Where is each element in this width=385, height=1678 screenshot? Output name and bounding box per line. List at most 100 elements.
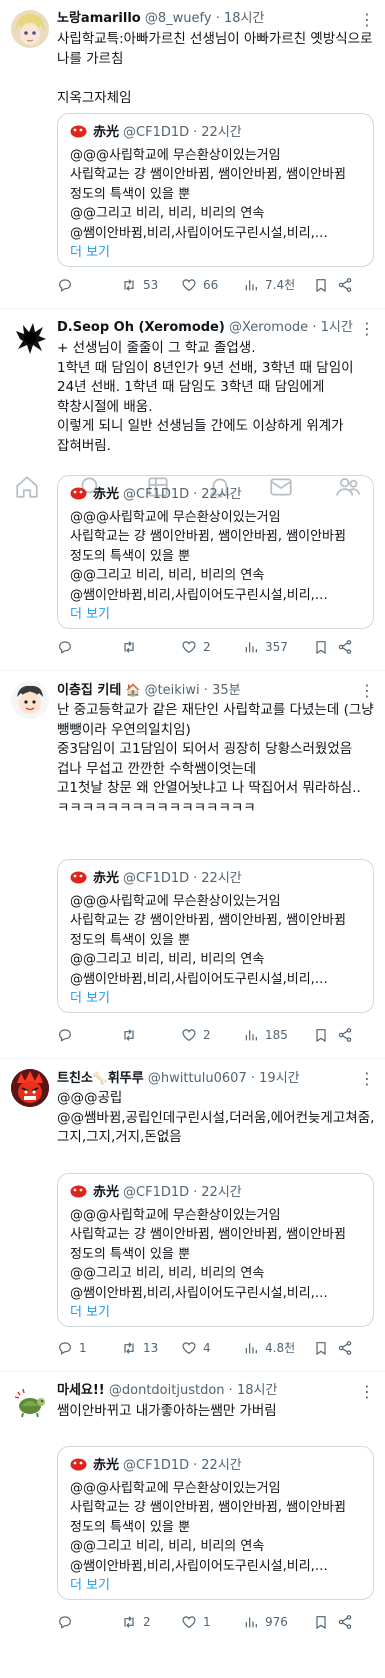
more-options-icon[interactable]: ⋮ [359,1384,375,1400]
tweet-header: 마세요!! @dontdoitjustdon · 18시간 [57,1383,278,1398]
author-handle[interactable]: @dontdoitjustdon [109,1383,225,1398]
tweet[interactable]: 트친소🦴휘뚜루 @hwittulu0607 · 19시간 ⋮ @@@공립 @@쌤… [0,1059,385,1372]
retweet-button[interactable]: 2 [121,1612,151,1632]
like-button[interactable]: 2 [181,1025,211,1045]
show-more-link[interactable]: 더 보기 [70,606,110,624]
messages-icon[interactable] [268,474,294,500]
show-more-link[interactable]: 더 보기 [70,244,110,262]
share-button[interactable] [337,637,353,657]
views-button[interactable]: 4.8천 [243,1338,295,1358]
black-splash-avatar-icon [11,319,49,357]
quoted-author-handle[interactable]: @CF1D1D [123,1185,189,1200]
retweet-count: 53 [143,278,159,292]
quoted-tweet[interactable]: 赤光@CF1D1D·22시간 @@@사립학교에 무슨환상이있는거임 사립학교는 … [57,1446,374,1600]
tweet-time[interactable]: 35분 [212,683,241,698]
avatar[interactable] [11,319,49,357]
bookmark-button[interactable] [313,637,329,657]
turtle-avatar-icon [11,1382,49,1420]
author-name[interactable]: 노랑amarillo [57,11,141,26]
views-count: 4.8천 [265,1341,296,1355]
tweet[interactable]: 노랑amarillo @8_wuefy · 18시간 ⋮ 사립학교특:아빠가르친… [0,0,385,309]
bottom-navigation [0,462,385,518]
more-options-icon[interactable]: ⋮ [359,321,375,337]
notifications-icon[interactable] [207,474,233,500]
more-options-icon[interactable]: ⋮ [359,12,375,28]
share-button[interactable] [337,1338,353,1358]
bookmark-button[interactable] [313,1338,329,1358]
quoted-tweet-time[interactable]: 22시간 [201,125,241,140]
people-icon[interactable] [335,474,361,500]
like-count: 2 [203,1028,211,1042]
author-handle[interactable]: @Xeromode [229,320,308,335]
quoted-author-handle[interactable]: @CF1D1D [123,1458,189,1473]
author-handle[interactable]: @teikiwi [145,683,200,698]
share-button[interactable] [337,1025,353,1045]
tweet-text: @@@공립 @@쌤바뀜,공립인데구린시설,더러움,에어컨늦게고쳐줌,그지,그지,… [57,1090,375,1145]
bookmark-button[interactable] [313,275,329,295]
reply-button[interactable] [57,637,79,657]
quoted-author-handle[interactable]: @CF1D1D [123,871,189,886]
retweet-button[interactable] [121,637,143,657]
communities-icon[interactable] [145,474,171,500]
reply-button[interactable] [57,1025,79,1045]
avatar[interactable] [11,1382,49,1420]
author-name[interactable]: 마세요!! [57,1383,105,1398]
quoted-author-name[interactable]: 赤光 [93,871,119,886]
reply-button[interactable] [57,1612,79,1632]
quoted-author-name[interactable]: 赤光 [93,1458,119,1473]
author-name[interactable]: 트친소 [57,1071,93,1086]
views-button[interactable]: 7.4천 [243,275,295,295]
quoted-tweet-time[interactable]: 22시간 [201,871,241,886]
retweet-button[interactable]: 53 [121,275,158,295]
tweet-time[interactable]: 18시간 [224,11,264,26]
show-more-link[interactable]: 더 보기 [70,1577,110,1595]
search-icon[interactable] [78,474,104,500]
views-count: 357 [265,640,288,654]
bookmark-button[interactable] [313,1612,329,1632]
tweet[interactable]: 이층집 키테 🏠 @teikiwi · 35분 ⋮ 난 중고등학교가 같은 재단… [0,671,385,1059]
like-button[interactable]: 2 [181,637,211,657]
home-icon[interactable] [14,474,40,500]
quoted-author-handle[interactable]: @CF1D1D [123,125,189,140]
retweet-button[interactable] [121,1025,143,1045]
quoted-tweet[interactable]: 赤光@CF1D1D·22시간 @@@사립학교에 무슨환상이있는거임 사립학교는 … [57,859,374,1013]
quoted-tweet[interactable]: 赤光@CF1D1D·22시간 @@@사립학교에 무슨환상이있는거임 사립학교는 … [57,1173,374,1327]
author-name-suffix[interactable]: 휘뚜루 [108,1071,144,1086]
reply-button[interactable] [57,275,79,295]
views-button[interactable]: 357 [243,637,288,657]
views-button[interactable]: 976 [243,1612,288,1632]
retweet-button[interactable]: 13 [121,1338,158,1358]
quoted-tweet[interactable]: 赤光@CF1D1D·22시간 @@@사립학교에 무슨환상이있는거임 사립학교는 … [57,113,374,267]
author-name[interactable]: D.Seop Oh (Xeromode) [57,320,225,335]
quoted-tweet-time[interactable]: 22시간 [201,1185,241,1200]
avatar[interactable] [11,681,49,719]
quoted-author-name[interactable]: 赤光 [93,125,119,140]
like-button[interactable]: 1 [181,1612,211,1632]
share-button[interactable] [337,275,353,295]
tweet-time[interactable]: 1시간 [321,320,353,335]
author-handle[interactable]: @8_wuefy [145,11,212,26]
reply-button[interactable]: 1 [57,1338,87,1358]
show-more-link[interactable]: 더 보기 [70,990,110,1008]
more-options-icon[interactable]: ⋮ [359,1071,375,1087]
author-handle[interactable]: @hwittulu0607 [148,1071,247,1086]
share-button[interactable] [337,1612,353,1632]
bookmark-button[interactable] [313,1025,329,1045]
tweet-time[interactable]: 18시간 [237,1383,277,1398]
quoted-author-name[interactable]: 赤光 [93,1185,119,1200]
more-options-icon[interactable]: ⋮ [359,683,375,699]
avatar[interactable] [11,10,49,48]
quoted-tweet-time[interactable]: 22시간 [201,1458,241,1473]
tweet-actions: 2 1 976 [57,1612,377,1632]
views-button[interactable]: 185 [243,1025,288,1045]
like-button[interactable]: 4 [181,1338,211,1358]
author-name[interactable]: 이층집 키테 [57,683,121,698]
tweet-time[interactable]: 19시간 [259,1071,299,1086]
tweet-text: 쌤이안바뀌고 내가좋아하는쌤만 가버림 [57,1403,277,1419]
avatar[interactable] [11,1069,49,1107]
show-more-link[interactable]: 더 보기 [70,1304,110,1322]
tweet[interactable]: 마세요!! @dontdoitjustdon · 18시간 ⋮ 쌤이안바뀌고 내… [0,1372,385,1678]
quoted-header: 赤光@CF1D1D·22시간 [70,124,242,142]
like-button[interactable]: 66 [181,275,218,295]
heart-icon [182,1029,196,1042]
